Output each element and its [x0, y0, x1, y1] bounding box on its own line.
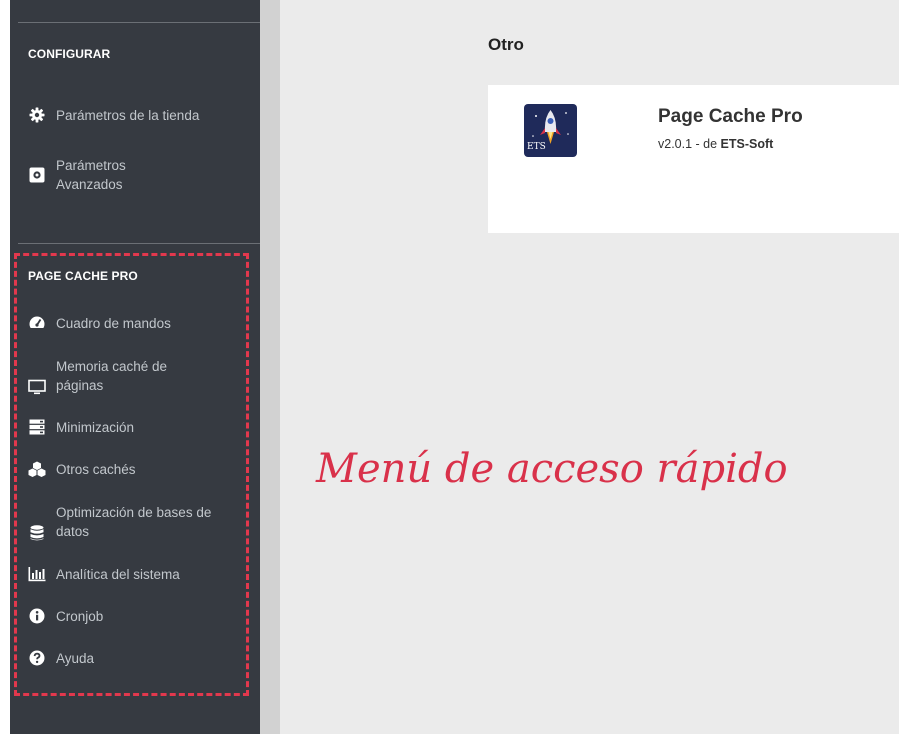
- sidebar-item-cronjob[interactable]: Cronjob: [28, 606, 248, 626]
- module-card[interactable]: ETS Page Cache Pro v2.0.1 - de ETS-Soft: [488, 85, 899, 233]
- sidebar-item-analitica[interactable]: Analítica del sistema: [28, 564, 248, 584]
- window-edge: [0, 0, 10, 734]
- advanced-gear-icon: [28, 166, 46, 184]
- sidebar-scrollbar[interactable]: [260, 0, 280, 734]
- page-title: Otro: [488, 35, 524, 54]
- sidebar-item-label: Parámetros de la tienda: [56, 107, 200, 123]
- quick-access-annotation: Menú de acceso rápido: [316, 446, 788, 492]
- sidebar-item-label: Parámetros Avanzados: [56, 158, 126, 192]
- sidebar-item-ayuda[interactable]: Ayuda: [28, 648, 248, 668]
- monitor-icon: [28, 378, 46, 396]
- info-circle-icon: [28, 607, 46, 625]
- module-author: ETS-Soft: [720, 137, 774, 151]
- module-version-prefix: v2.0.1 - de: [658, 137, 721, 151]
- sidebar-item-parametros-tienda[interactable]: Parámetros de la tienda: [28, 95, 248, 135]
- sidebar-divider: [18, 22, 260, 23]
- sidebar-section-page-cache-pro: PAGE CACHE PRO: [28, 269, 138, 283]
- sidebar-section-configurar: CONFIGURAR: [28, 47, 111, 61]
- sidebar-item-label: Optimización de bases de datos: [56, 505, 212, 539]
- sidebar-item-cuadro-de-mandos[interactable]: Cuadro de mandos: [28, 313, 248, 333]
- sidebar-item-label: Cronjob: [56, 608, 104, 624]
- module-logo-text: ETS: [527, 142, 546, 152]
- sidebar-item-label: Minimización: [56, 419, 135, 435]
- bar-chart-icon: [28, 565, 46, 583]
- sidebar-item-optimizacion-bd[interactable]: Optimización de bases de datos: [28, 502, 248, 542]
- dashboard-gauge-icon: [28, 314, 46, 332]
- sidebar-item-label: Ayuda: [56, 650, 95, 666]
- gear-icon: [28, 106, 46, 124]
- database-icon: [28, 524, 46, 542]
- sidebar-item-label: Otros cachés: [56, 461, 136, 477]
- sidebar-item-label: Memoria caché de páginas: [56, 359, 168, 393]
- sidebar-item-otros-caches[interactable]: Otros cachés: [28, 459, 248, 479]
- module-logo: ETS: [524, 104, 577, 157]
- module-name: Page Cache Pro: [658, 106, 803, 127]
- sidebar-item-label: Analítica del sistema: [56, 566, 180, 582]
- question-circle-icon: [28, 649, 46, 667]
- module-version: v2.0.1 - de ETS-Soft: [658, 137, 773, 151]
- sidebar-item-minimizacion[interactable]: Minimización: [28, 417, 248, 437]
- sidebar-item-parametros-avanzados[interactable]: Parámetros Avanzados: [28, 155, 248, 195]
- server-icon: [28, 418, 46, 436]
- sidebar-item-label: Cuadro de mandos: [56, 315, 171, 331]
- sidebar-item-memoria-cache[interactable]: Memoria caché de páginas: [28, 356, 248, 396]
- sidebar-divider: [18, 243, 260, 244]
- cubes-icon: [28, 460, 46, 478]
